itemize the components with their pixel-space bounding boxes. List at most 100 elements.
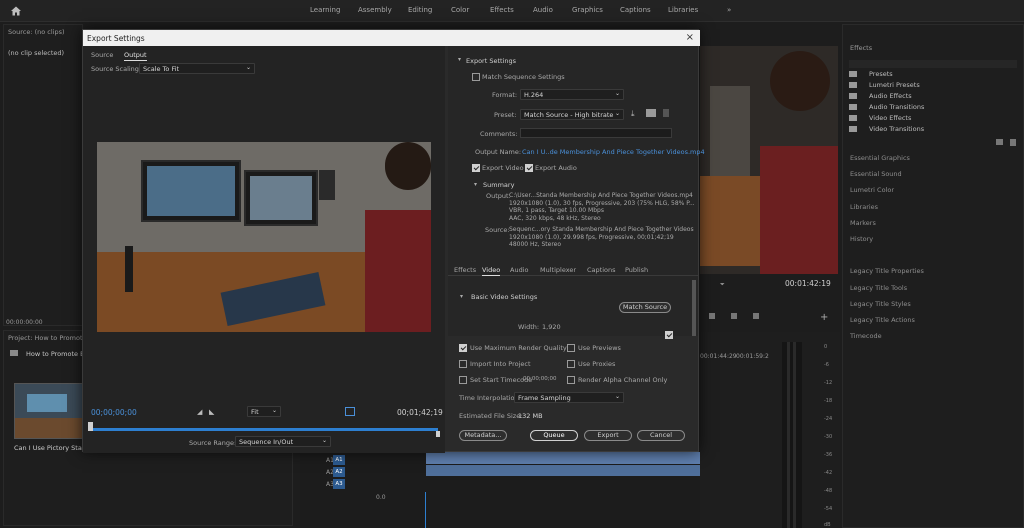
start-timecode-value[interactable]: 00;00;00;00: [523, 376, 557, 382]
collapse-icon[interactable]: ▾: [474, 181, 477, 188]
max-render-quality-checkbox[interactable]: [459, 344, 467, 352]
time-interpolation-value: Frame Sampling: [518, 394, 571, 402]
effects-panel-title[interactable]: Effects: [850, 44, 872, 52]
tab-publish[interactable]: Publish: [625, 266, 648, 274]
delete-preset-icon[interactable]: [663, 109, 669, 117]
settings-scrollbar[interactable]: [692, 280, 696, 336]
tab-video[interactable]: Video: [482, 266, 501, 276]
effects-item-audio-transitions[interactable]: Audio Transitions: [869, 103, 924, 111]
effects-item-lumetri[interactable]: Lumetri Presets: [869, 81, 920, 89]
workspace-learning[interactable]: Learning: [310, 6, 340, 14]
effects-item-audio-effects[interactable]: Audio Effects: [869, 92, 912, 100]
source-panel-tab[interactable]: Source: (no clips): [8, 28, 65, 36]
export-button[interactable]: Export: [584, 430, 632, 441]
time-interpolation-select[interactable]: Frame Sampling ⌄: [514, 392, 624, 403]
workspace-effects[interactable]: Effects: [490, 6, 514, 14]
preview-time-start[interactable]: 00;00;00;00: [91, 408, 137, 417]
home-icon[interactable]: [10, 5, 22, 17]
preview-zoom-select[interactable]: Fit ⌄: [247, 406, 281, 417]
track-a1-target[interactable]: A1: [333, 455, 345, 465]
workspace-color[interactable]: Color: [451, 6, 469, 14]
workspace-libraries[interactable]: Libraries: [668, 6, 698, 14]
width-checkbox[interactable]: [665, 331, 673, 339]
panel-legacy-title-actions[interactable]: Legacy Title Actions: [843, 316, 1024, 327]
playhead[interactable]: [425, 492, 426, 528]
output-name-link[interactable]: Can I U..de Membership And Piece Togethe…: [522, 148, 705, 156]
lift-icon[interactable]: [753, 313, 759, 319]
workspace-audio[interactable]: Audio: [533, 6, 553, 14]
tab-captions[interactable]: Captions: [587, 266, 616, 274]
folder-icon: [849, 115, 857, 121]
panel-history[interactable]: History: [843, 235, 1024, 246]
aspect-ratio-icon[interactable]: [345, 407, 355, 416]
close-icon[interactable]: ×: [686, 32, 694, 43]
render-alpha-checkbox[interactable]: [567, 376, 575, 384]
export-frame-icon[interactable]: [709, 313, 715, 319]
new-bin-icon[interactable]: [996, 139, 1003, 145]
panel-essential-graphics[interactable]: Essential Graphics: [843, 154, 1024, 165]
meter-scale-7: -42: [824, 470, 833, 476]
source-range-bar[interactable]: [91, 428, 438, 431]
match-sequence-checkbox[interactable]: [472, 73, 480, 81]
import-preset-icon[interactable]: [646, 109, 656, 117]
effects-item-video-transitions[interactable]: Video Transitions: [869, 125, 924, 133]
workspace-more-icon[interactable]: »: [727, 6, 731, 14]
audio-clip-a1[interactable]: [426, 465, 700, 476]
track-a2-target[interactable]: A2: [333, 467, 345, 477]
in-point-handle[interactable]: [88, 422, 93, 431]
panel-legacy-title-styles[interactable]: Legacy Title Styles: [843, 300, 1024, 311]
export-audio-checkbox[interactable]: [525, 164, 533, 172]
format-select[interactable]: H.264 ⌄: [520, 89, 624, 100]
collapse-icon[interactable]: ▾: [460, 293, 463, 300]
effects-item-presets[interactable]: Presets: [869, 70, 893, 78]
program-fit-icon[interactable]: ⏷: [720, 281, 725, 289]
import-into-project-checkbox[interactable]: [459, 360, 467, 368]
metadata-button[interactable]: Metadata...: [459, 430, 507, 441]
video-clip-v1[interactable]: [426, 452, 700, 464]
tab-audio[interactable]: Audio: [510, 266, 528, 274]
mark-out-icon[interactable]: ◣: [209, 408, 214, 416]
output-name-label: Output Name:: [475, 148, 522, 156]
workspace-graphics[interactable]: Graphics: [572, 6, 603, 14]
effects-search[interactable]: [849, 60, 1017, 68]
export-settings-dialog: Export Settings × Source Output Source S…: [82, 29, 705, 453]
source-scaling-select[interactable]: Scale To Fit ⌄: [139, 63, 255, 74]
workspace-editing[interactable]: Editing: [408, 6, 432, 14]
save-preset-icon[interactable]: ⤓: [631, 109, 635, 119]
cancel-button[interactable]: Cancel: [637, 430, 685, 441]
use-proxies-checkbox[interactable]: [567, 360, 575, 368]
out-point-handle[interactable]: [436, 431, 440, 437]
track-a3-target[interactable]: A3: [333, 479, 345, 489]
panel-markers[interactable]: Markers: [843, 219, 1024, 230]
tab-multiplexer[interactable]: Multiplexer: [540, 266, 576, 274]
workspace-assembly[interactable]: Assembly: [358, 6, 392, 14]
clip-thumbnail[interactable]: [14, 383, 84, 439]
comments-input[interactable]: [520, 128, 672, 138]
set-start-timecode-checkbox[interactable]: [459, 376, 467, 384]
video-preview: [97, 142, 431, 332]
trash-icon[interactable]: [1010, 139, 1016, 146]
match-source-button[interactable]: Match Source: [619, 302, 671, 313]
use-previews-checkbox[interactable]: [567, 344, 575, 352]
panel-essential-sound[interactable]: Essential Sound: [843, 170, 1024, 181]
collapse-icon[interactable]: ▾: [458, 56, 461, 63]
panel-legacy-title-properties[interactable]: Legacy Title Properties: [843, 267, 1024, 278]
source-range-select[interactable]: Sequence In/Out ⌄: [235, 436, 331, 447]
mark-in-icon[interactable]: ◢: [197, 408, 202, 416]
camera-icon[interactable]: [731, 313, 737, 319]
basic-video-header: Basic Video Settings: [471, 293, 538, 301]
effects-item-video-effects[interactable]: Video Effects: [869, 114, 911, 122]
tab-source[interactable]: Source: [91, 51, 113, 59]
panel-timecode[interactable]: Timecode: [843, 332, 1024, 343]
export-video-checkbox[interactable]: [472, 164, 480, 172]
queue-button[interactable]: Queue: [530, 430, 578, 441]
add-button-icon[interactable]: +: [820, 312, 828, 323]
width-value[interactable]: 1,920: [542, 323, 561, 331]
preset-select[interactable]: Match Source - High bitrate ⌄: [520, 109, 624, 120]
tab-effects[interactable]: Effects: [454, 266, 476, 274]
panel-lumetri-color[interactable]: Lumetri Color: [843, 186, 1024, 197]
tab-output[interactable]: Output: [124, 51, 147, 61]
panel-legacy-title-tools[interactable]: Legacy Title Tools: [843, 284, 1024, 295]
panel-libraries[interactable]: Libraries: [843, 203, 1024, 214]
workspace-captions[interactable]: Captions: [620, 6, 651, 14]
